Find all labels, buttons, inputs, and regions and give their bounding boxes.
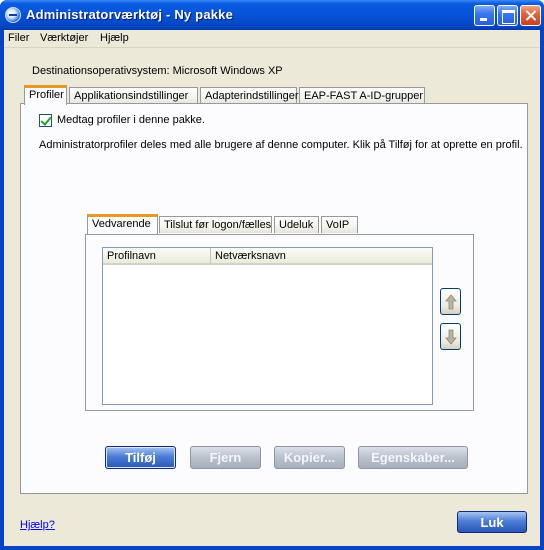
minimize-button[interactable] (474, 5, 495, 26)
title-bar[interactable]: Administratorværktøj - Ny pakke (0, 0, 544, 30)
column-header-profile-name[interactable]: Profilnavn (103, 248, 211, 263)
move-down-button[interactable] (440, 323, 461, 350)
tab-eap-fast-aid-groups[interactable]: EAP-FAST A-ID-grupper (299, 87, 425, 104)
properties-button[interactable]: Egenskaber... (358, 446, 468, 469)
dialog-client-area: Filer Værktøjer Hjælp Destinationsoperat… (4, 30, 540, 546)
tab-exclude[interactable]: Udeluk (274, 216, 319, 233)
include-profiles-label[interactable]: Medtag profiler i denne pakke. (57, 114, 205, 126)
profiles-info-text: Administratorprofiler deles med alle bru… (39, 139, 523, 151)
column-header-network-name[interactable]: Netværksnavn (211, 248, 432, 263)
profile-list-header: Profilnavn Netværksnavn (103, 248, 432, 265)
arrow-down-icon (445, 329, 457, 345)
add-button[interactable]: Tilføj (105, 446, 176, 469)
tab-application-settings[interactable]: Applikationsindstillinger (69, 87, 198, 104)
remove-button[interactable]: Fjern (190, 446, 261, 469)
tab-voip[interactable]: VoIP (321, 216, 358, 233)
menu-help[interactable]: Hjælp (100, 32, 129, 44)
tab-persistent[interactable]: Vedvarende (87, 214, 158, 234)
tab-connect-before-logon[interactable]: Tilslut før logon/fælles (159, 216, 272, 233)
menu-file[interactable]: Filer (8, 32, 29, 44)
copy-button[interactable]: Kopier... (274, 446, 345, 469)
app-icon (5, 7, 21, 23)
arrow-up-icon (445, 294, 457, 310)
menu-tools[interactable]: Værktøjer (40, 32, 88, 44)
move-up-button[interactable] (440, 288, 461, 315)
tab-adapter-settings[interactable]: Adapterindstillinger (200, 87, 299, 104)
profiles-panel: Medtag profiler i denne pakke. Administr… (20, 103, 528, 494)
menu-bar: Filer Værktøjer Hjælp (4, 30, 540, 48)
tab-profiles[interactable]: Profiler (24, 85, 67, 105)
destination-os-label: Destinationsoperativsystem: Microsoft Wi… (32, 65, 283, 77)
close-window-button[interactable] (520, 5, 541, 26)
help-link[interactable]: Hjælp? (20, 519, 55, 531)
profile-list-panel: Profilnavn Netværksnavn (85, 234, 474, 411)
close-button[interactable]: Luk (457, 511, 527, 533)
window-title: Administratorværktøj - Ny pakke (26, 7, 234, 22)
include-profiles-checkbox[interactable] (39, 114, 52, 127)
profile-list[interactable]: Profilnavn Netværksnavn (102, 247, 433, 405)
application-window: Administratorværktøj - Ny pakke Filer Væ… (0, 0, 544, 550)
maximize-button[interactable] (497, 5, 518, 26)
